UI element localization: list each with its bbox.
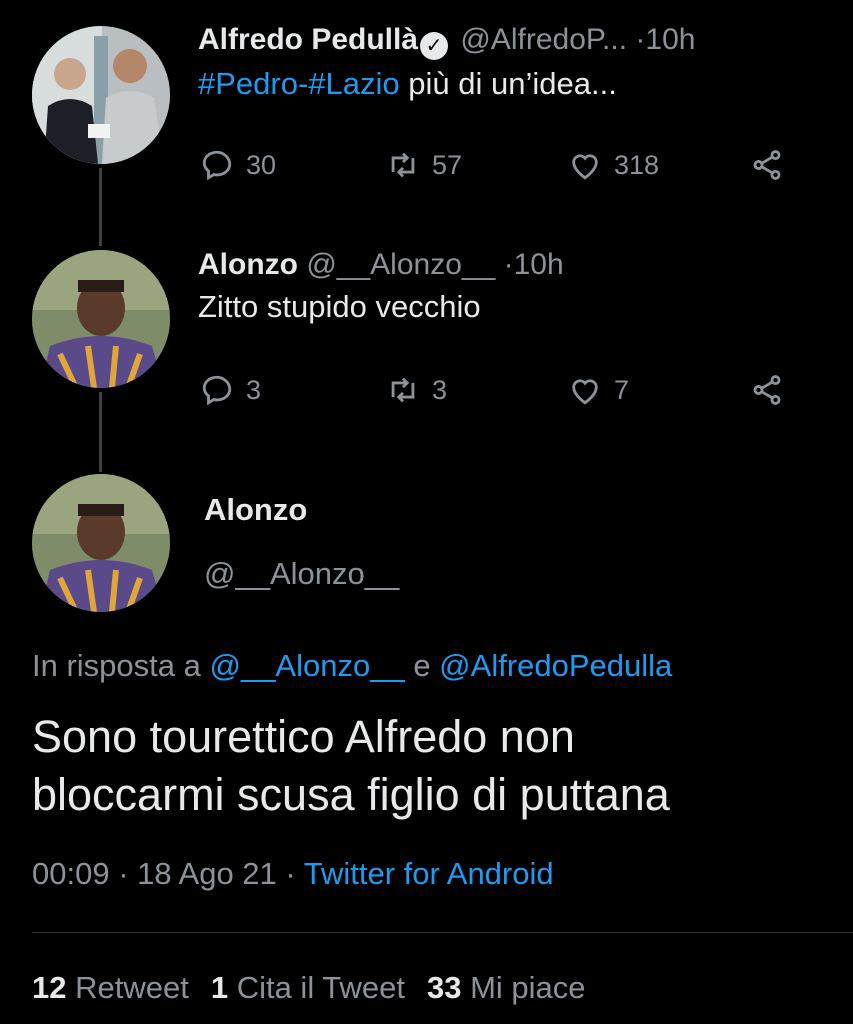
share-button[interactable] [750,145,784,185]
tweet-2[interactable]: Alonzo @__Alonzo__ ·10h Zitto stupido ve… [198,247,833,327]
author-handle[interactable]: @__Alonzo__ [306,248,495,281]
retweet-count: 57 [432,149,463,180]
author-name[interactable]: Alfredo Pedullà [198,23,418,56]
tweet-2-header: Alonzo @__Alonzo__ ·10h [198,247,833,283]
retweets-stat[interactable]: 12 Retweet [32,970,189,1005]
like-icon [572,379,598,405]
hashtag-pedro[interactable]: #Pedro [198,66,298,101]
author-handle[interactable]: @AlfredoP... [460,23,627,56]
tweet-1[interactable]: Alfredo Pedullà ✓ @AlfredoP... ·10h #Pedr… [198,22,833,104]
quotes-stat[interactable]: 1 Cita il Tweet [211,970,405,1005]
tweet-1-text: #Pedro-#Lazio più di un’idea... [198,64,833,104]
share-icon [753,375,781,405]
reply-icon [202,375,232,406]
tweet-time[interactable]: 00:09 [32,856,110,891]
reply-and: e [404,648,440,683]
separator-dot: · [503,248,514,281]
retweet-count: 3 [432,374,448,405]
timestamp[interactable]: 10h [645,23,695,56]
reply-button[interactable]: 3 [200,370,261,410]
share-button[interactable] [750,370,784,410]
tweet-meta: 00:09 · 18 Ago 21 · Twitter for Android [32,856,554,892]
author-name[interactable]: Alonzo [198,248,298,281]
hashtag-dash: - [297,66,309,101]
thread-connector-2 [99,392,102,472]
retweet-icon [391,152,415,178]
meta-dot: · [276,856,304,891]
thread-connector-1 [99,168,102,246]
tweet-1-actions: 30 57 318 [198,145,798,185]
like-icon [572,154,598,180]
separator-dot: · [635,23,646,56]
tweet-1-body: più di un’idea... [399,66,617,101]
engagement-stats: 12 Retweet 1 Cita il Tweet 33 Mi piace [32,970,586,1006]
reply-prefix: In risposta a [32,648,210,683]
reply-button[interactable]: 30 [200,145,276,185]
quotes-label: Cita il Tweet [228,970,405,1005]
share-icon [753,150,781,180]
tweet-source[interactable]: Twitter for Android [304,856,554,891]
retweets-label: Retweet [66,970,189,1005]
like-count: 318 [614,149,660,180]
likes-count: 33 [426,970,462,1005]
main-author-handle[interactable]: @__Alonzo__ [204,556,399,592]
reply-count: 3 [246,374,262,405]
quotes-count: 1 [210,970,229,1005]
like-button[interactable]: 7 [568,370,629,410]
like-button[interactable]: 318 [568,145,659,185]
verified-icon: ✓ [420,32,449,60]
reply-user-alonzo[interactable]: @__Alonzo__ [209,648,404,683]
tweet-date[interactable]: 18 Ago 21 [137,856,277,891]
main-author-name[interactable]: Alonzo [204,492,307,528]
reply-context: In risposta a @__Alonzo__ e @AlfredoPedu… [32,648,672,684]
main-tweet-text: Sono tourettico Alfredo non bloccarmi sc… [32,708,847,824]
tweet-1-header: Alfredo Pedullà ✓ @AlfredoP... ·10h [198,22,833,60]
timestamp[interactable]: 10h [514,248,564,281]
retweet-icon [391,377,415,403]
avatar-alonzo-main[interactable] [32,474,170,612]
main-tweet-line-1: Sono tourettico Alfredo non [32,711,575,762]
retweet-button[interactable]: 57 [386,145,462,185]
retweets-count: 12 [32,970,67,1005]
retweet-button[interactable]: 3 [386,370,447,410]
like-count: 7 [614,374,630,405]
avatar-alonzo[interactable] [32,250,170,388]
tweet-2-actions: 3 3 7 [198,370,798,410]
avatar-alfredo[interactable] [32,26,170,164]
reply-icon [202,150,232,181]
likes-label: Mi piace [461,970,586,1005]
meta-dot: · [109,856,138,891]
hashtag-lazio[interactable]: #Lazio [308,66,399,101]
reply-user-alfredo[interactable]: @AlfredoPedulla [439,648,672,683]
reply-count: 30 [246,149,277,180]
divider [32,932,853,933]
main-tweet-line-2: bloccarmi scusa figlio di puttana [32,769,670,820]
likes-stat[interactable]: 33 Mi piace [427,970,586,1005]
tweet-2-text: Zitto stupido vecchio [198,289,481,324]
